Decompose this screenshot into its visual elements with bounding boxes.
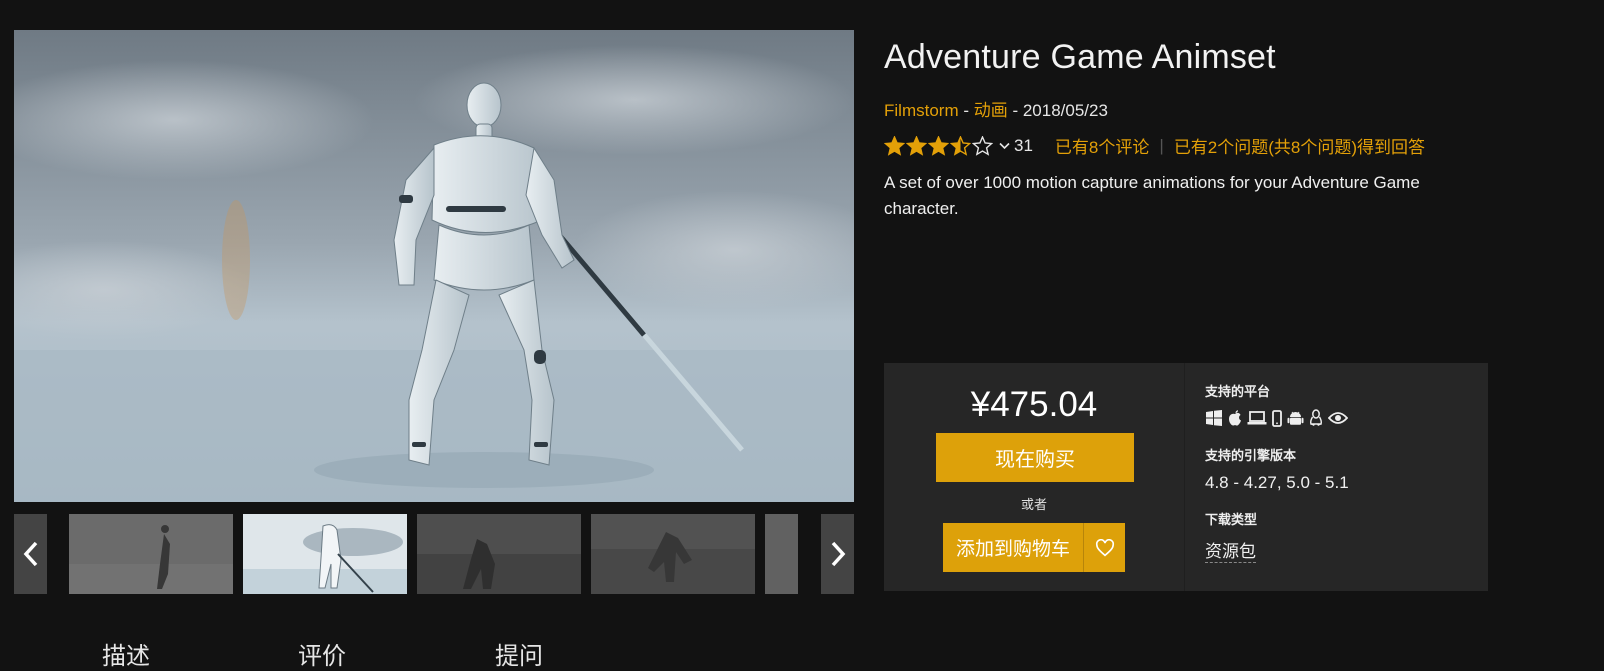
thumbnail-strip xyxy=(14,514,854,594)
reviews-link[interactable]: 已有8个评论 xyxy=(1055,133,1149,158)
hero-image[interactable] xyxy=(14,30,854,502)
cart-button-group: 添加到购物车 xyxy=(943,523,1125,572)
star-full-icon xyxy=(906,135,927,156)
rating-row: 31 已有8个评论 | 已有2个问题(共8个问题)得到回答 xyxy=(884,133,1425,158)
link-separator: | xyxy=(1159,135,1164,155)
product-meta: Filmstorm - 动画 - 2018/05/23 xyxy=(884,96,1108,121)
laptop-icon xyxy=(1247,410,1267,426)
chevron-down-icon[interactable] xyxy=(999,142,1010,150)
star-rating[interactable] xyxy=(884,135,993,156)
meta-separator: - xyxy=(958,101,974,120)
chevron-left-icon xyxy=(23,541,37,567)
gallery-thumbnail[interactable] xyxy=(591,514,755,594)
or-label: 或者 xyxy=(1020,498,1047,513)
purchase-actions: ¥475.04 现在购买 或者 添加到购物车 xyxy=(884,363,1184,591)
wishlist-button[interactable] xyxy=(1083,523,1125,572)
chevron-right-icon xyxy=(831,541,845,567)
product-tabs: 描述 评价 提问 xyxy=(0,636,800,670)
mobile-icon xyxy=(1271,409,1283,427)
tab-questions[interactable]: 提问 xyxy=(495,636,543,671)
star-partial-icon xyxy=(950,135,971,156)
platforms-label: 支持的平台 xyxy=(1205,385,1271,400)
gallery-thumbnail[interactable] xyxy=(69,514,233,594)
tab-reviews[interactable]: 评价 xyxy=(298,636,346,671)
windows-icon xyxy=(1205,410,1223,426)
gallery-next-button[interactable] xyxy=(821,514,854,594)
panel-divider xyxy=(1184,363,1185,591)
platform-icons xyxy=(1205,409,1348,427)
engine-versions: 4.8 - 4.27, 5.0 - 5.1 xyxy=(1205,473,1349,492)
android-icon xyxy=(1287,410,1304,427)
purchase-panel: ¥475.04 现在购买 或者 添加到购物车 支持的平台 支持的引擎版本 4.8… xyxy=(884,363,1488,591)
category-link[interactable]: 动画 xyxy=(974,101,1008,120)
seller-link[interactable]: Filmstorm xyxy=(884,101,959,120)
gallery-thumbnail[interactable] xyxy=(417,514,581,594)
download-type-value[interactable]: 资源包 xyxy=(1205,537,1256,563)
product-description: A set of over 1000 motion capture animat… xyxy=(884,173,1420,218)
release-date: 2018/05/23 xyxy=(1022,101,1108,120)
price: ¥475.04 xyxy=(970,385,1098,424)
questions-link[interactable]: 已有2个问题(共8个问题)得到回答 xyxy=(1174,133,1425,158)
rating-count[interactable]: 31 xyxy=(1014,136,1033,156)
apple-icon xyxy=(1227,409,1243,427)
star-empty-icon xyxy=(972,135,993,156)
tab-description[interactable]: 描述 xyxy=(102,636,150,671)
add-to-cart-button[interactable]: 添加到购物车 xyxy=(943,523,1083,572)
gallery-prev-button[interactable] xyxy=(14,514,47,594)
vr-eye-icon xyxy=(1328,411,1348,425)
gallery-thumbnail-selected[interactable] xyxy=(243,514,407,594)
linux-icon xyxy=(1308,409,1324,427)
download-type-label: 下载类型 xyxy=(1205,513,1258,528)
star-full-icon xyxy=(928,135,949,156)
buy-now-button[interactable]: 现在购买 xyxy=(936,433,1134,482)
star-full-icon xyxy=(884,135,905,156)
meta-separator: - xyxy=(1007,101,1023,120)
gallery-thumbnail[interactable] xyxy=(765,514,798,594)
engine-version-label: 支持的引擎版本 xyxy=(1205,449,1297,464)
heart-icon xyxy=(1095,538,1114,556)
product-title: Adventure Game Animset xyxy=(884,38,1276,76)
